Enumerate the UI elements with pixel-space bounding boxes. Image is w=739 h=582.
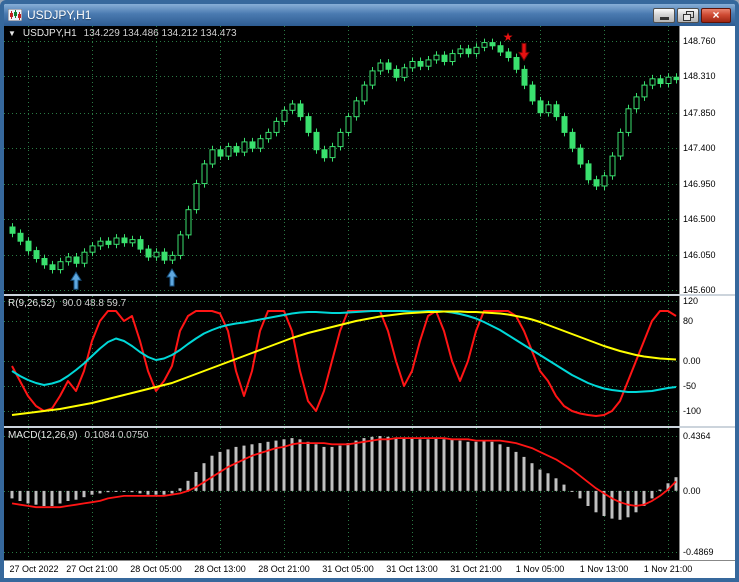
macd-info-line: MACD(12,26,9) 0.1084 0.0750: [8, 430, 148, 441]
axis-tick-label: 148.310: [683, 71, 716, 82]
price-chart-pane[interactable]: ▼ USDJPY,H1 134.229 134.486 134.212 134.…: [4, 26, 679, 294]
oscillator-chart[interactable]: [4, 296, 679, 426]
axis-tick-label: 147.400: [683, 143, 716, 154]
chart-info-line: ▼ USDJPY,H1 134.229 134.486 134.212 134.…: [8, 28, 237, 39]
time-label: 31 Oct 13:00: [386, 564, 438, 574]
time-label: 31 Oct 05:00: [322, 564, 374, 574]
title-bar[interactable]: USDJPY,H1 ×: [4, 4, 735, 26]
axis-tick-label: 146.050: [683, 249, 716, 260]
collapse-panel-icon[interactable]: ▼: [8, 29, 16, 38]
time-label: 1 Nov 21:00: [643, 564, 693, 574]
macd-chart[interactable]: [4, 428, 679, 560]
time-label: 28 Oct 13:00: [194, 564, 246, 574]
time-axis[interactable]: 27 Oct 2022 27 Oct 21:00 28 Oct 05:00 28 Oc…: [4, 560, 735, 578]
oscillator-values: 90.0 48.8 59.7: [62, 298, 127, 309]
minimize-button[interactable]: [653, 7, 675, 23]
window-title: USDJPY,H1: [27, 8, 92, 22]
time-label: 1 Nov 13:00: [579, 564, 629, 574]
sell-arrow-icon: [518, 42, 530, 62]
buy-arrow-icon: [70, 271, 82, 290]
application-window: USDJPY,H1 × ▼ USDJPY,H1 134.229 134.486 …: [0, 0, 739, 582]
oscillator-pane[interactable]: R(9,26,52) 90.0 48.8 59.7: [4, 296, 679, 426]
axis-tick-label: -0.4869: [683, 547, 714, 558]
symbol-label: USDJPY,H1: [22, 28, 77, 39]
axis-tick-label: 146.500: [683, 214, 716, 225]
restore-button[interactable]: [677, 7, 699, 23]
axis-tick-label: 0.00: [683, 356, 701, 366]
oscillator-axis[interactable]: 120 80 0.00 -50 -100: [679, 296, 735, 426]
macd-axis[interactable]: 0.4364 0.00 -0.4869: [679, 428, 735, 560]
close-button[interactable]: ×: [701, 7, 731, 23]
time-label: 27 Oct 21:00: [66, 564, 118, 574]
axis-tick-label: 146.950: [683, 178, 716, 189]
time-label: 1 Nov 05:00: [515, 564, 565, 574]
oscillator-name: R(9,26,52): [8, 298, 56, 309]
time-label: 31 Oct 21:00: [450, 564, 502, 574]
restore-icon: [683, 10, 694, 21]
macd-name: MACD(12,26,9): [8, 430, 78, 441]
axis-tick-label: 147.850: [683, 107, 716, 118]
buy-arrow-icon: [166, 268, 178, 287]
axis-tick-label: 0.4364: [683, 430, 711, 441]
ohlc-values: 134.229 134.486 134.212 134.473: [83, 28, 237, 39]
macd-values: 0.1084 0.0750: [84, 430, 149, 441]
axis-tick-label: 0.00: [683, 485, 701, 496]
candlestick-chart[interactable]: ★: [4, 26, 679, 294]
time-label: 27 Oct 2022: [9, 564, 59, 574]
axis-tick-label: 80: [683, 316, 694, 326]
axis-tick-label: 148.760: [683, 35, 716, 46]
price-axis[interactable]: 148.760 148.310 147.850 147.400 146.950 146.5…: [679, 26, 735, 296]
time-label: 28 Oct 05:00: [130, 564, 182, 574]
minimize-icon: [659, 16, 669, 20]
star-icon: ★: [503, 30, 514, 44]
macd-pane[interactable]: MACD(12,26,9) 0.1084 0.0750: [4, 428, 679, 560]
axis-tick-label: 145.600: [683, 285, 716, 296]
chart-icon: [8, 9, 22, 21]
axis-tick-label: 120: [683, 296, 699, 306]
oscillator-info-line: R(9,26,52) 90.0 48.8 59.7: [8, 298, 126, 309]
axis-tick-label: -100: [683, 406, 702, 416]
chart-window: ▼ USDJPY,H1 134.229 134.486 134.212 134.…: [4, 26, 735, 578]
time-label: 28 Oct 21:00: [258, 564, 310, 574]
axis-tick-label: -50: [683, 381, 697, 391]
